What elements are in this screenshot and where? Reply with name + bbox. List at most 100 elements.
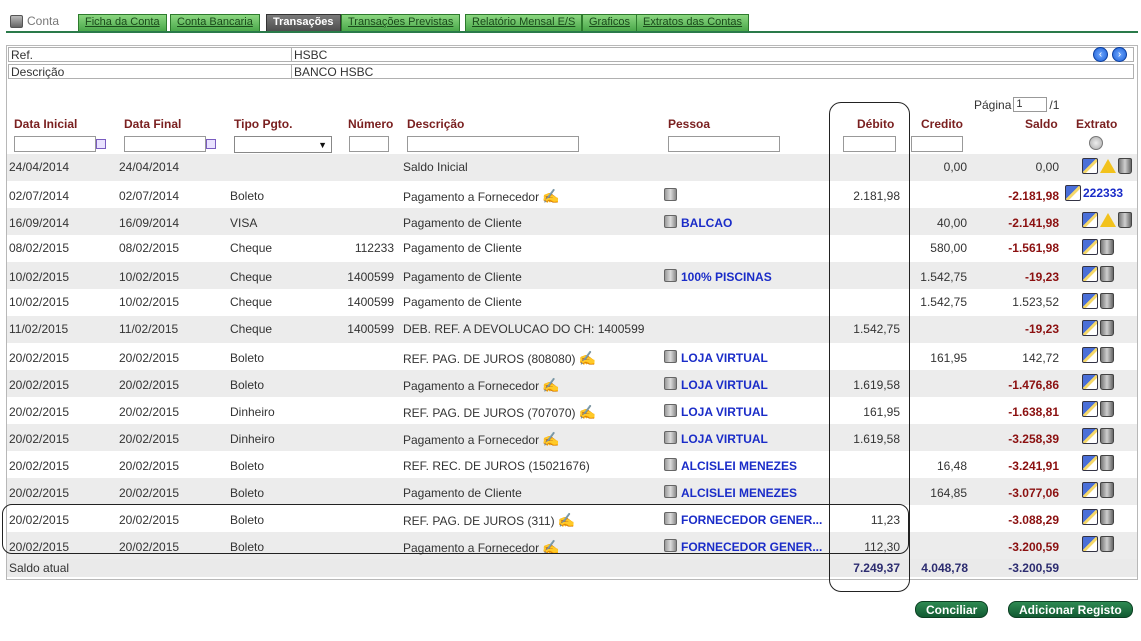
row-actions xyxy=(1082,455,1114,471)
pessoa-link[interactable]: BALCAO xyxy=(681,216,732,230)
table-row[interactable]: 02/07/2014 02/07/2014 Boleto Pagamento a Fo… xyxy=(7,181,1137,208)
conciliar-button[interactable]: Conciliar xyxy=(915,601,989,618)
person-icon[interactable] xyxy=(664,431,677,444)
col-pessoa[interactable]: Pessoa xyxy=(668,117,710,131)
filter-descricao[interactable] xyxy=(407,136,579,152)
table-row[interactable]: 24/04/2014 24/04/2014 Saldo Inicial 0,00 0,0… xyxy=(7,154,1137,181)
person-icon[interactable] xyxy=(664,485,677,498)
tab-conta[interactable]: Conta xyxy=(10,14,59,28)
extrato-filter-icon[interactable] xyxy=(1089,136,1103,150)
edit-icon[interactable] xyxy=(1082,482,1098,498)
calendar-icon[interactable] xyxy=(206,139,216,149)
tab-ficha-da-conta[interactable]: Ficha da Conta xyxy=(78,14,167,31)
tab-relatorio-mensal[interactable]: Relatório Mensal E/S xyxy=(465,14,583,31)
table-row[interactable]: 11/02/2015 11/02/2015 Cheque 1400599 DEB. RE… xyxy=(7,316,1137,343)
edit-icon[interactable] xyxy=(1082,401,1098,417)
edit-icon[interactable] xyxy=(1082,509,1098,525)
row-actions xyxy=(1082,158,1132,174)
trash-icon[interactable] xyxy=(1100,401,1114,417)
trash-icon[interactable] xyxy=(1100,536,1114,552)
edit-icon[interactable] xyxy=(1082,347,1098,363)
person-icon[interactable] xyxy=(664,377,677,390)
edit-icon[interactable] xyxy=(1082,428,1098,444)
filter-data-inicial[interactable] xyxy=(14,136,96,152)
pessoa-link[interactable]: LOJA VIRTUAL xyxy=(681,405,768,419)
table-row[interactable]: 08/02/2015 08/02/2015 Cheque 112233 Pagament… xyxy=(7,235,1137,262)
person-icon[interactable] xyxy=(664,188,677,201)
col-extrato[interactable]: Extrato xyxy=(1076,117,1117,131)
table-row[interactable]: 16/09/2014 16/09/2014 VISA Pagamento de Cli… xyxy=(7,208,1137,235)
trash-icon[interactable] xyxy=(1118,212,1132,228)
edit-icon[interactable] xyxy=(1082,293,1098,309)
trash-icon[interactable] xyxy=(1100,455,1114,471)
pessoa-link[interactable]: LOJA VIRTUAL xyxy=(681,351,768,365)
filter-data-final[interactable] xyxy=(124,136,206,152)
page-input[interactable]: 1 xyxy=(1013,97,1048,112)
edit-icon[interactable] xyxy=(1082,455,1098,471)
next-arrow-icon[interactable]: › xyxy=(1112,47,1127,62)
table-row[interactable]: 10/02/2015 10/02/2015 Cheque 1400599 Pagamen… xyxy=(7,289,1137,316)
trash-icon[interactable] xyxy=(1100,374,1114,390)
col-data-inicial[interactable]: Data Inicial xyxy=(14,117,77,131)
person-icon[interactable] xyxy=(664,404,677,417)
add-record-button[interactable]: Adicionar Registo xyxy=(1008,601,1133,618)
edit-icon[interactable] xyxy=(1082,320,1098,336)
col-descricao[interactable]: Descrição xyxy=(407,117,464,131)
cell-saldo: 0,00 xyxy=(1035,160,1059,174)
cell-data-final: 24/04/2014 xyxy=(119,160,180,174)
tab-extratos-das-contas[interactable]: Extratos das Contas xyxy=(636,14,750,31)
descricao-text: Pagamento a Fornecedor xyxy=(403,379,540,393)
edit-icon[interactable] xyxy=(1082,158,1098,174)
trash-icon[interactable] xyxy=(1118,158,1132,174)
table-row[interactable]: 20/02/2015 20/02/2015 Boleto REF. PAG. DE J… xyxy=(7,343,1137,370)
pagination: Página 1 /1 xyxy=(974,97,1059,112)
edit-icon[interactable] xyxy=(1082,536,1098,552)
table-row[interactable]: 20/02/2015 20/02/2015 Boleto REF. REC. DE J… xyxy=(7,451,1137,478)
col-numero[interactable]: Número xyxy=(348,117,393,131)
pessoa-link[interactable]: ALCISLEI MENEZES xyxy=(681,459,797,473)
trash-icon[interactable] xyxy=(1100,482,1114,498)
tab-transacoes-previstas[interactable]: Transações Previstas xyxy=(341,14,461,31)
table-row[interactable]: 20/02/2015 20/02/2015 Boleto Pagamento de C… xyxy=(7,478,1137,505)
table-row[interactable]: 20/02/2015 20/02/2015 Dinheiro REF. PAG. DE… xyxy=(7,397,1137,424)
trash-icon[interactable] xyxy=(1100,347,1114,363)
person-icon[interactable] xyxy=(664,458,677,471)
person-icon[interactable] xyxy=(664,215,677,228)
edit-icon[interactable] xyxy=(1082,212,1098,228)
edit-icon[interactable] xyxy=(1065,185,1081,201)
table-row[interactable]: 20/02/2015 20/02/2015 Boleto Pagamento a Fo… xyxy=(7,370,1137,397)
pessoa-link[interactable]: LOJA VIRTUAL xyxy=(681,378,768,392)
person-icon[interactable] xyxy=(664,269,677,282)
col-tipo-pgto[interactable]: Tipo Pgto. xyxy=(234,117,292,131)
trash-icon[interactable] xyxy=(1100,509,1114,525)
edit-icon[interactable] xyxy=(1082,266,1098,282)
filter-tipo-pgto[interactable]: ▼ xyxy=(234,136,332,153)
col-saldo[interactable]: Saldo xyxy=(1025,117,1058,131)
row-actions xyxy=(1082,401,1114,417)
col-credito[interactable]: Credito xyxy=(921,117,963,131)
pessoa-link[interactable]: LOJA VIRTUAL xyxy=(681,432,768,446)
pessoa-link[interactable]: 100% PISCINAS xyxy=(681,270,772,284)
prev-arrow-icon[interactable]: ‹ xyxy=(1093,47,1108,62)
filter-pessoa[interactable] xyxy=(668,136,780,152)
table-row[interactable]: 10/02/2015 10/02/2015 Cheque 1400599 Pagamen… xyxy=(7,262,1137,289)
extrato-link[interactable]: 222333 xyxy=(1083,186,1123,200)
trash-icon[interactable] xyxy=(1100,428,1114,444)
edit-icon[interactable] xyxy=(1082,239,1098,255)
pessoa-link[interactable]: ALCISLEI MENEZES xyxy=(681,486,797,500)
row-actions xyxy=(1082,212,1132,228)
calendar-icon[interactable] xyxy=(96,139,106,149)
tab-graficos[interactable]: Graficos xyxy=(582,14,637,31)
trash-icon[interactable] xyxy=(1100,320,1114,336)
col-data-final[interactable]: Data Final xyxy=(124,117,181,131)
trash-icon[interactable] xyxy=(1100,293,1114,309)
person-icon[interactable] xyxy=(664,350,677,363)
filter-credito[interactable] xyxy=(911,136,963,152)
tab-transacoes[interactable]: Transações xyxy=(266,14,341,31)
edit-icon[interactable] xyxy=(1082,374,1098,390)
trash-icon[interactable] xyxy=(1100,239,1114,255)
filter-numero[interactable] xyxy=(349,136,389,152)
tab-conta-bancaria[interactable]: Conta Bancaria xyxy=(170,14,260,31)
trash-icon[interactable] xyxy=(1100,266,1114,282)
table-row[interactable]: 20/02/2015 20/02/2015 Dinheiro Pagamento a … xyxy=(7,424,1137,451)
